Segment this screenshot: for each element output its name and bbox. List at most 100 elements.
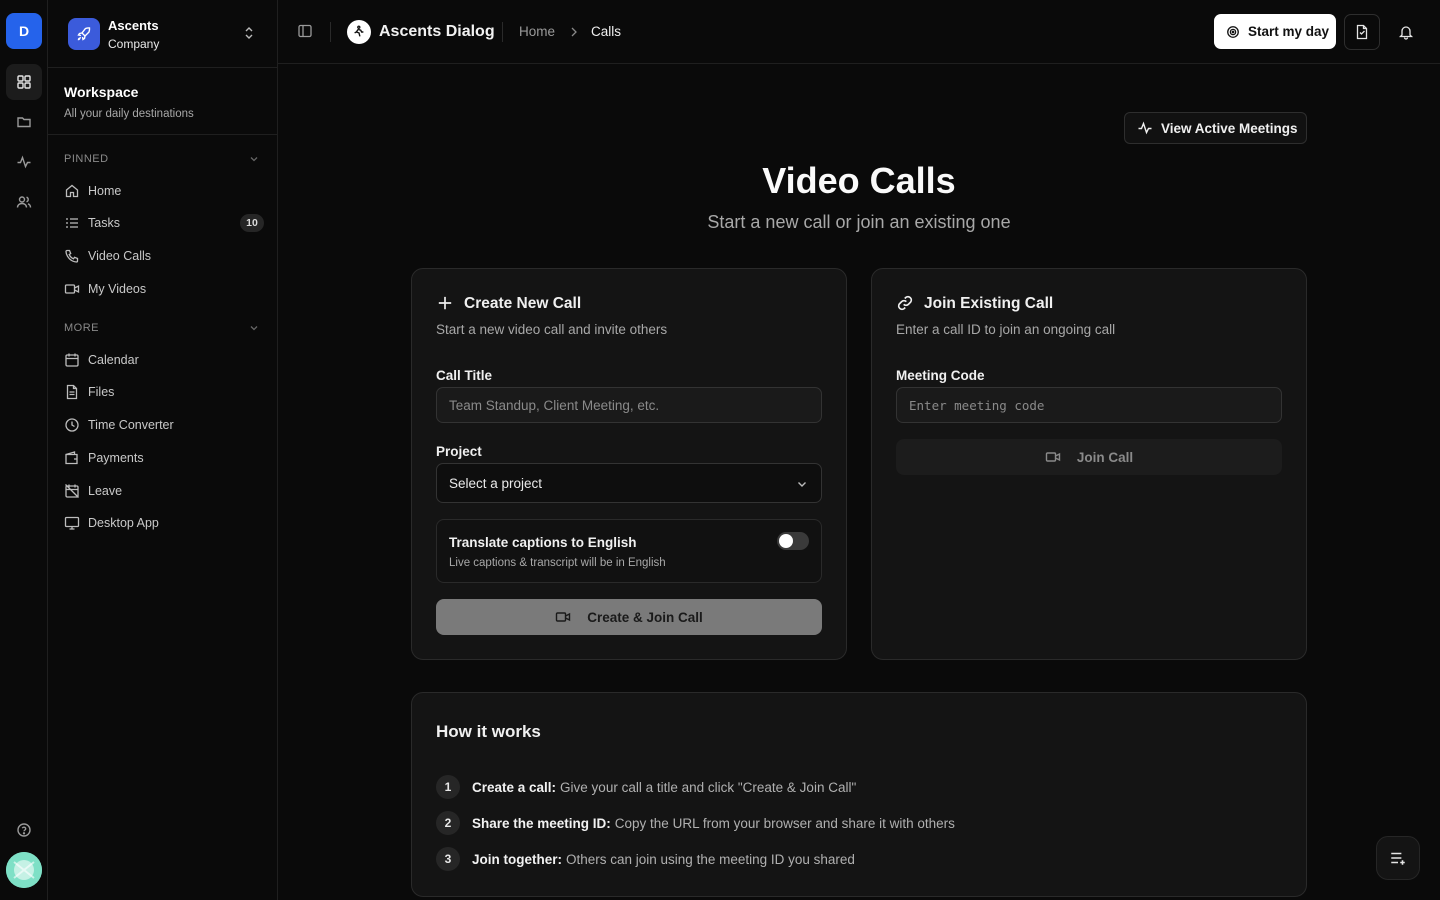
video-icon <box>1045 452 1061 462</box>
start-my-day-button[interactable]: Start my day <box>1214 14 1336 49</box>
workspace-title: Workspace <box>64 84 139 100</box>
top-bar: Ascents Dialog Home Calls Start my day <box>278 0 1440 64</box>
sidebar-item-label: Files <box>88 385 115 399</box>
page-title: Video Calls <box>762 160 956 201</box>
breadcrumb-home[interactable]: Home <box>519 24 555 39</box>
activity-icon[interactable] <box>6 144 42 180</box>
workspace-header: Workspace All your daily destinations <box>48 69 277 135</box>
step-number: 3 <box>436 847 460 871</box>
workspace-subtitle: All your daily destinations <box>64 108 194 120</box>
join-call-desc: Enter a call ID to join an ongoing call <box>896 322 1116 337</box>
call-title-input[interactable]: Team Standup, Client Meeting, etc. <box>436 387 822 423</box>
step-number: 1 <box>436 775 460 799</box>
calendar-off-icon <box>64 483 80 499</box>
create-call-desc: Start a new video call and invite others <box>436 322 668 337</box>
sidebar-item-desktop-app[interactable]: Desktop App <box>64 509 264 537</box>
step-bold: Join together: <box>472 851 562 867</box>
task-list-fab[interactable] <box>1376 836 1420 880</box>
sidebar-item-label: Tasks <box>88 216 120 230</box>
sidebar-item-label: Calendar <box>88 353 139 367</box>
video-icon <box>64 281 80 297</box>
divider <box>330 22 331 42</box>
file-text-icon <box>1356 24 1368 40</box>
sidebar-item-video-calls[interactable]: Video Calls <box>64 242 264 270</box>
monitor-icon <box>64 515 80 531</box>
sidebar-item-files[interactable]: Files <box>64 378 264 406</box>
chevron-down-icon[interactable] <box>248 322 260 334</box>
step-text: Give your call a title and click "Create… <box>560 779 857 795</box>
document-button[interactable] <box>1344 14 1380 50</box>
home-icon <box>64 183 80 199</box>
chevron-down-icon[interactable] <box>248 153 260 165</box>
rocket-icon <box>68 18 100 50</box>
create-call-title: Create New Call <box>464 295 582 312</box>
start-my-day-label: Start my day <box>1248 24 1330 39</box>
grid-icon[interactable] <box>6 64 42 100</box>
folder-icon[interactable] <box>6 104 42 140</box>
sidebar-item-calendar[interactable]: Calendar <box>64 346 264 374</box>
join-call-card: Join Existing Call Enter a call ID to jo… <box>871 268 1307 660</box>
wallet-icon <box>64 450 80 466</box>
join-call-title: Join Existing Call <box>924 295 1054 312</box>
translate-captions-row: Translate captions to English Live capti… <box>436 519 822 583</box>
tasks-icon <box>64 215 80 231</box>
sidebar-toggle-icon[interactable] <box>297 23 313 39</box>
page-subtitle: Start a new call or join an existing one <box>707 212 1011 232</box>
app-logo-icon <box>347 20 371 44</box>
help-circle-icon[interactable] <box>6 812 42 848</box>
meeting-code-placeholder: Enter meeting code <box>909 397 1045 413</box>
project-select-value: Select a project <box>449 475 543 491</box>
how-step: 1 Create a call: Give your call a title … <box>436 775 856 799</box>
how-it-works-card: How it works 1 Create a call: Give your … <box>411 692 1307 897</box>
sidebar-item-label: Video Calls <box>88 249 152 263</box>
phone-icon <box>64 248 80 264</box>
sidebar-item-home[interactable]: Home <box>64 177 264 205</box>
step-bold: Create a call: <box>472 779 557 795</box>
plus-icon <box>436 294 454 312</box>
notifications-button[interactable] <box>1388 14 1424 50</box>
project-select[interactable]: Select a project <box>436 463 822 503</box>
breadcrumb-current: Calls <box>591 24 622 39</box>
bell-icon <box>1398 26 1414 40</box>
chevron-down-icon <box>798 482 806 487</box>
how-step: 3 Join together: Others can join using t… <box>436 847 855 871</box>
sidebar-item-my-videos[interactable]: My Videos <box>64 275 264 303</box>
tasks-count-badge: 10 <box>240 214 264 232</box>
chevron-right-icon <box>567 25 581 39</box>
meeting-code-label: Meeting Code <box>896 368 985 383</box>
section-pinned-header[interactable]: PINNED <box>64 153 109 165</box>
create-join-call-button[interactable]: Create & Join Call <box>436 599 822 635</box>
user-avatar[interactable] <box>6 852 42 888</box>
icon-rail: D <box>0 0 48 900</box>
sidebar-item-time-converter[interactable]: Time Converter <box>64 411 264 439</box>
meeting-code-input[interactable]: Enter meeting code <box>896 387 1282 423</box>
company-switcher[interactable]: Ascents Company <box>48 0 277 68</box>
join-call-button[interactable]: Join Call <box>896 439 1282 475</box>
list-plus-icon <box>1391 852 1405 865</box>
divider <box>502 22 503 42</box>
sidebar-item-tasks[interactable]: Tasks 10 <box>64 209 264 237</box>
toggle-knob <box>779 534 793 548</box>
link-icon <box>896 294 914 312</box>
target-icon <box>1227 25 1239 38</box>
sidebar-item-label: Time Converter <box>88 418 174 432</box>
step-bold: Share the meeting ID: <box>472 815 611 831</box>
call-title-placeholder: Team Standup, Client Meeting, etc. <box>449 397 660 413</box>
sidebar-item-leave[interactable]: Leave <box>64 477 264 505</box>
company-sub: Company <box>108 37 160 51</box>
view-active-meetings-button[interactable]: View Active Meetings <box>1124 112 1307 144</box>
clock-icon <box>64 417 80 433</box>
sidebar-item-payments[interactable]: Payments <box>64 444 264 472</box>
translate-captions-toggle[interactable] <box>777 532 809 550</box>
video-icon <box>556 612 571 622</box>
users-icon[interactable] <box>6 184 42 220</box>
company-name: Ascents <box>108 18 159 33</box>
app-name[interactable]: Ascents Dialog <box>379 23 495 41</box>
how-step: 2 Share the meeting ID: Copy the URL fro… <box>436 811 955 835</box>
create-join-call-label: Create & Join Call <box>587 609 703 625</box>
chevrons-up-down-icon <box>241 25 257 41</box>
section-more-header[interactable]: MORE <box>64 322 99 334</box>
sidebar-item-label: Home <box>88 184 122 198</box>
org-logo[interactable]: D <box>6 13 42 49</box>
activity-icon <box>1138 121 1152 135</box>
